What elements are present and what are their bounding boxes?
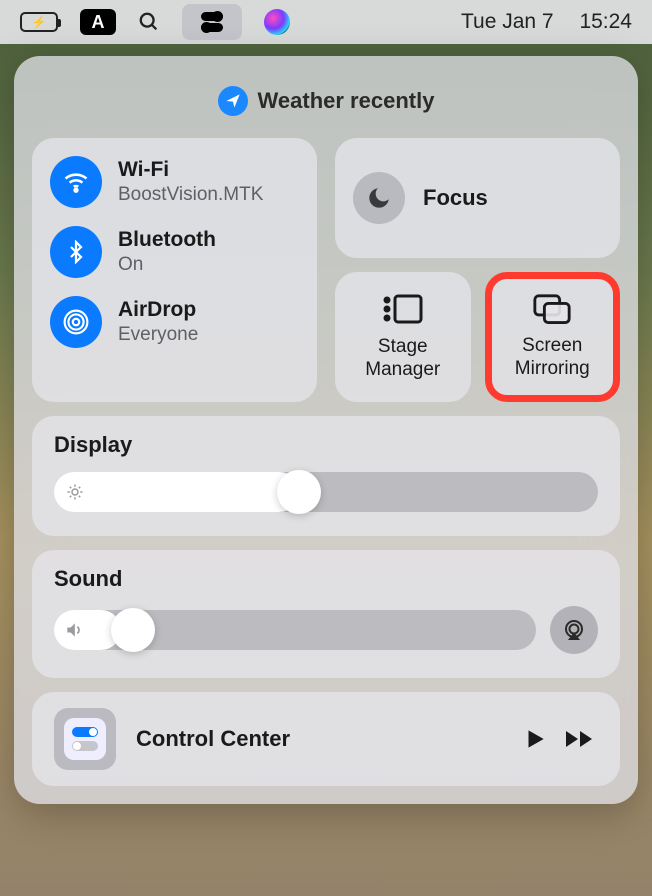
menubar-date: Tue Jan 7 [461, 10, 554, 34]
connectivity-card: Wi-Fi BoostVision.MTK Bluetooth On Air [32, 138, 317, 402]
fast-forward-icon[interactable] [564, 726, 598, 752]
volume-slider[interactable] [54, 610, 536, 650]
siri-icon[interactable] [264, 9, 290, 35]
menubar: ⚡ A Tue Jan 7 15:24 [0, 0, 652, 44]
spotlight-search-icon[interactable] [138, 11, 160, 33]
airdrop-icon [50, 296, 102, 348]
wifi-subtitle: BoostVision.MTK [118, 184, 263, 206]
focus-card[interactable]: Focus [335, 138, 620, 258]
stage-manager-icon [381, 292, 425, 326]
airplay-icon [562, 618, 586, 642]
brightness-icon [66, 483, 84, 501]
airdrop-item[interactable]: AirDrop Everyone [50, 296, 299, 348]
stage-manager-button[interactable]: Stage Manager [335, 272, 471, 402]
volume-icon [64, 620, 84, 640]
control-center-menubar-button[interactable] [182, 4, 242, 40]
airdrop-title: AirDrop [118, 298, 198, 322]
airdrop-subtitle: Everyone [118, 324, 198, 346]
bluetooth-icon [50, 226, 102, 278]
location-arrow-icon [218, 86, 248, 116]
display-title: Display [54, 432, 598, 458]
airplay-audio-button[interactable] [550, 606, 598, 654]
sound-title: Sound [54, 566, 598, 592]
focus-label: Focus [423, 185, 488, 211]
location-usage-label: Weather recently [258, 88, 435, 114]
sound-card: Sound [32, 550, 620, 678]
screen-mirroring-button[interactable]: Screen Mirroring [485, 272, 621, 402]
control-center-panel: Weather recently Wi-Fi BoostVision.MTK B… [14, 56, 638, 804]
wifi-title: Wi-Fi [118, 158, 263, 182]
clock[interactable]: Tue Jan 7 15:24 [461, 10, 632, 34]
play-icon[interactable] [522, 726, 548, 752]
wifi-item[interactable]: Wi-Fi BoostVision.MTK [50, 156, 299, 208]
stage-manager-label: Stage Manager [365, 336, 440, 382]
control-center-app-icon [54, 708, 116, 770]
screen-mirroring-label: Screen Mirroring [515, 335, 590, 381]
moon-icon [353, 172, 405, 224]
wifi-icon [50, 156, 102, 208]
bluetooth-subtitle: On [118, 254, 216, 276]
location-usage-header[interactable]: Weather recently [32, 74, 620, 138]
screen-mirroring-icon [531, 293, 573, 325]
display-card: Display [32, 416, 620, 536]
control-center-prefs-label: Control Center [136, 726, 502, 752]
input-source-badge[interactable]: A [80, 9, 116, 35]
battery-icon[interactable]: ⚡ [20, 12, 58, 32]
menubar-time: 15:24 [579, 10, 632, 34]
control-center-prefs-card[interactable]: Control Center [32, 692, 620, 786]
bluetooth-title: Bluetooth [118, 228, 216, 252]
brightness-slider[interactable] [54, 472, 598, 512]
bluetooth-item[interactable]: Bluetooth On [50, 226, 299, 278]
